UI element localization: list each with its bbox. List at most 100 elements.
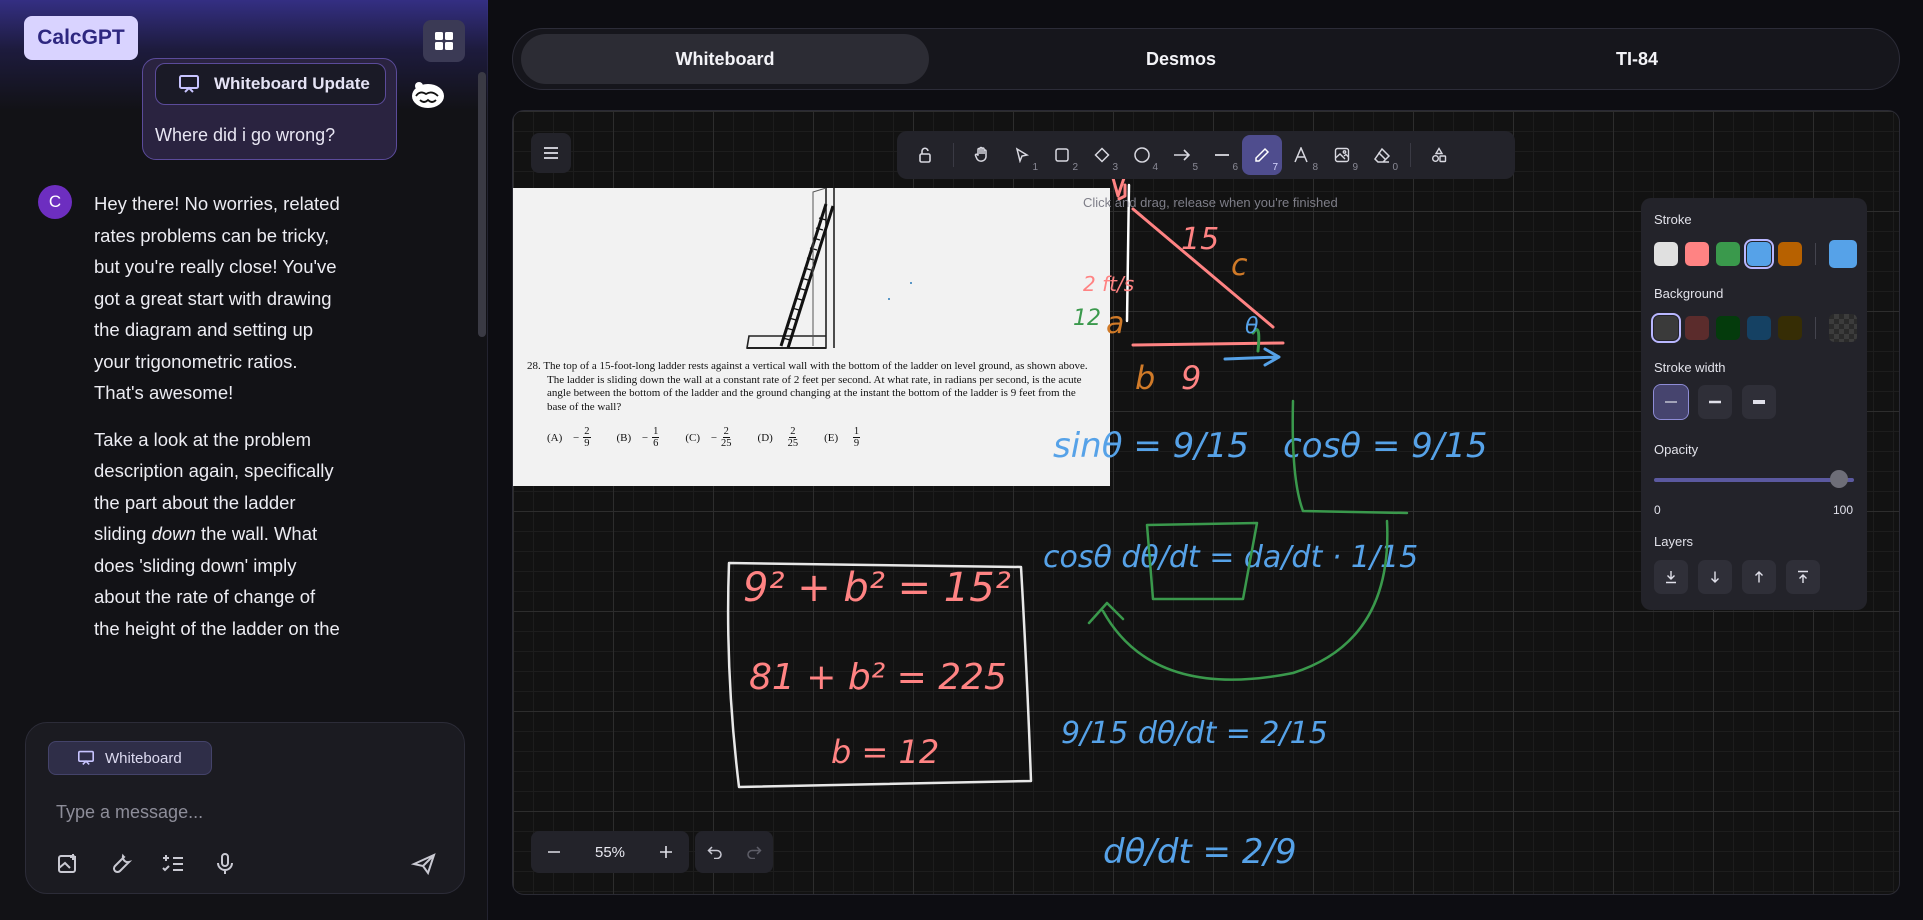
extra-bold-line-icon [1753,400,1765,404]
background-color-yellow[interactable] [1778,316,1802,340]
tool-hint: Click and drag, release when you're fini… [1083,195,1338,210]
label-rate: 2 ft/s [1083,272,1134,296]
selection-tool[interactable]: 1 [1002,135,1042,175]
add-image-button[interactable] [54,849,84,879]
stroke-width-label: Stroke width [1654,360,1726,375]
background-color-green[interactable] [1716,316,1740,340]
add-image-icon [58,854,76,873]
background-color-blue[interactable] [1747,316,1771,340]
cos-equation: cosθ = 9/15 [1283,426,1487,466]
grid-layout-icon [435,32,453,50]
send-to-back-button[interactable] [1654,560,1688,594]
assistant-paragraph-1: Hey there! No worries, related rates pro… [94,193,340,403]
redo-icon [746,846,762,859]
diamond-tool[interactable]: 3 [1082,135,1122,175]
drawing-toolbar: 1 2 3 4 5 6 7 8 9 0 [897,131,1515,179]
whiteboard-icon [179,75,199,93]
bold-line-icon [1709,400,1721,404]
lock-tool[interactable] [905,135,945,175]
send-to-back-icon [1666,571,1676,584]
send-button[interactable] [406,849,442,879]
tab-desmos[interactable]: Desmos [977,34,1385,84]
message-input[interactable] [56,797,436,827]
wrench-icon [112,853,133,874]
toolbar-divider [953,143,954,167]
background-color-red[interactable] [1685,316,1709,340]
hand-tool[interactable] [962,135,1002,175]
bring-to-front-button[interactable] [1786,560,1820,594]
send-backward-button[interactable] [1698,560,1732,594]
brand-button[interactable]: CalcGPT [24,16,138,60]
pencil-icon [1255,147,1270,162]
thin-line-icon [1665,401,1677,403]
whiteboard-update-label: Whiteboard Update [214,74,370,93]
more-shapes-tool[interactable] [1419,135,1459,175]
zoom-controls: 55% [531,831,689,873]
opacity-max-label: 100 [1833,503,1854,517]
opacity-slider-track[interactable] [1654,478,1854,482]
checklist-button[interactable] [158,849,188,879]
zoom-level[interactable]: 55% [595,844,625,861]
stroke-color-green[interactable] [1716,242,1740,266]
whiteboard-context-chip[interactable]: Whiteboard [48,741,212,775]
stroke-color-white[interactable] [1654,242,1678,266]
workspace-tabs: Whiteboard Desmos TI-84 [512,28,1900,90]
whiteboard-update-attachment[interactable]: Whiteboard Update [155,63,386,105]
stroke-swatches [1654,239,1857,269]
arrow-tool[interactable]: 5 [1162,135,1202,175]
derivative-equation: cosθ dθ/dt = da/dt · 1/15 [1043,540,1418,575]
background-color-transparent[interactable] [1651,313,1681,343]
label-c: c [1231,248,1248,283]
current-stroke-color[interactable] [1829,240,1857,268]
ellipse-tool[interactable]: 4 [1122,135,1162,175]
tools-button[interactable] [106,849,136,879]
assistant-message: Hey there! No worries, related rates pro… [94,188,344,696]
layer-actions [1654,560,1820,594]
user-avatar-bear-icon [412,82,444,108]
stroke-color-blue[interactable] [1744,239,1774,269]
opacity-slider-knob[interactable] [1830,470,1848,488]
rectangle-tool[interactable]: 2 [1042,135,1082,175]
stroke-width-options [1653,384,1776,420]
redo-button[interactable] [739,837,769,867]
background-label: Background [1654,286,1724,301]
toolbar-divider [1410,143,1411,167]
swatch-divider [1815,243,1816,265]
eraser-tool[interactable]: 0 [1362,135,1402,175]
zoom-in-button[interactable] [651,837,681,867]
hamburger-icon [544,147,558,159]
main-menu-button[interactable] [531,133,571,173]
image-icon [1334,147,1350,163]
stroke-width-thin[interactable] [1653,384,1689,420]
stroke-color-orange[interactable] [1778,242,1802,266]
cursor-icon [1015,147,1030,163]
image-tool[interactable]: 9 [1322,135,1362,175]
assistant-paragraph-2: Take a look at the problem description a… [94,428,340,639]
pencil-tool[interactable]: 7 [1242,135,1282,175]
text-icon [1294,147,1308,163]
layout-toggle-button[interactable] [423,20,465,62]
tab-whiteboard[interactable]: Whiteboard [521,34,929,84]
chat-scrollbar[interactable] [478,72,486,337]
tab-ti84[interactable]: TI-84 [1433,34,1841,84]
zoom-out-button[interactable] [539,837,569,867]
history-controls [695,831,773,873]
whiteboard-canvas[interactable]: 28. The top of a 15-foot-long ladder res… [512,110,1900,895]
undo-button[interactable] [700,837,730,867]
box-line-1: 9² + b² = 15² [743,565,1011,611]
label-b-value: 9 [1181,359,1201,397]
bring-to-front-icon [1798,570,1808,583]
stroke-color-red[interactable] [1685,242,1709,266]
unlock-icon [919,147,931,163]
undo-icon [706,846,722,859]
stroke-width-bold[interactable] [1698,385,1732,419]
current-background-color[interactable] [1829,314,1857,342]
stroke-width-extra-bold[interactable] [1742,385,1776,419]
voice-input-button[interactable] [210,849,240,879]
bring-forward-button[interactable] [1742,560,1776,594]
line-tool[interactable]: 6 [1202,135,1242,175]
arrow-right-icon [1174,149,1191,161]
text-tool[interactable]: 8 [1282,135,1322,175]
label-theta: θ [1245,314,1259,339]
assistant-avatar: C [38,185,72,219]
